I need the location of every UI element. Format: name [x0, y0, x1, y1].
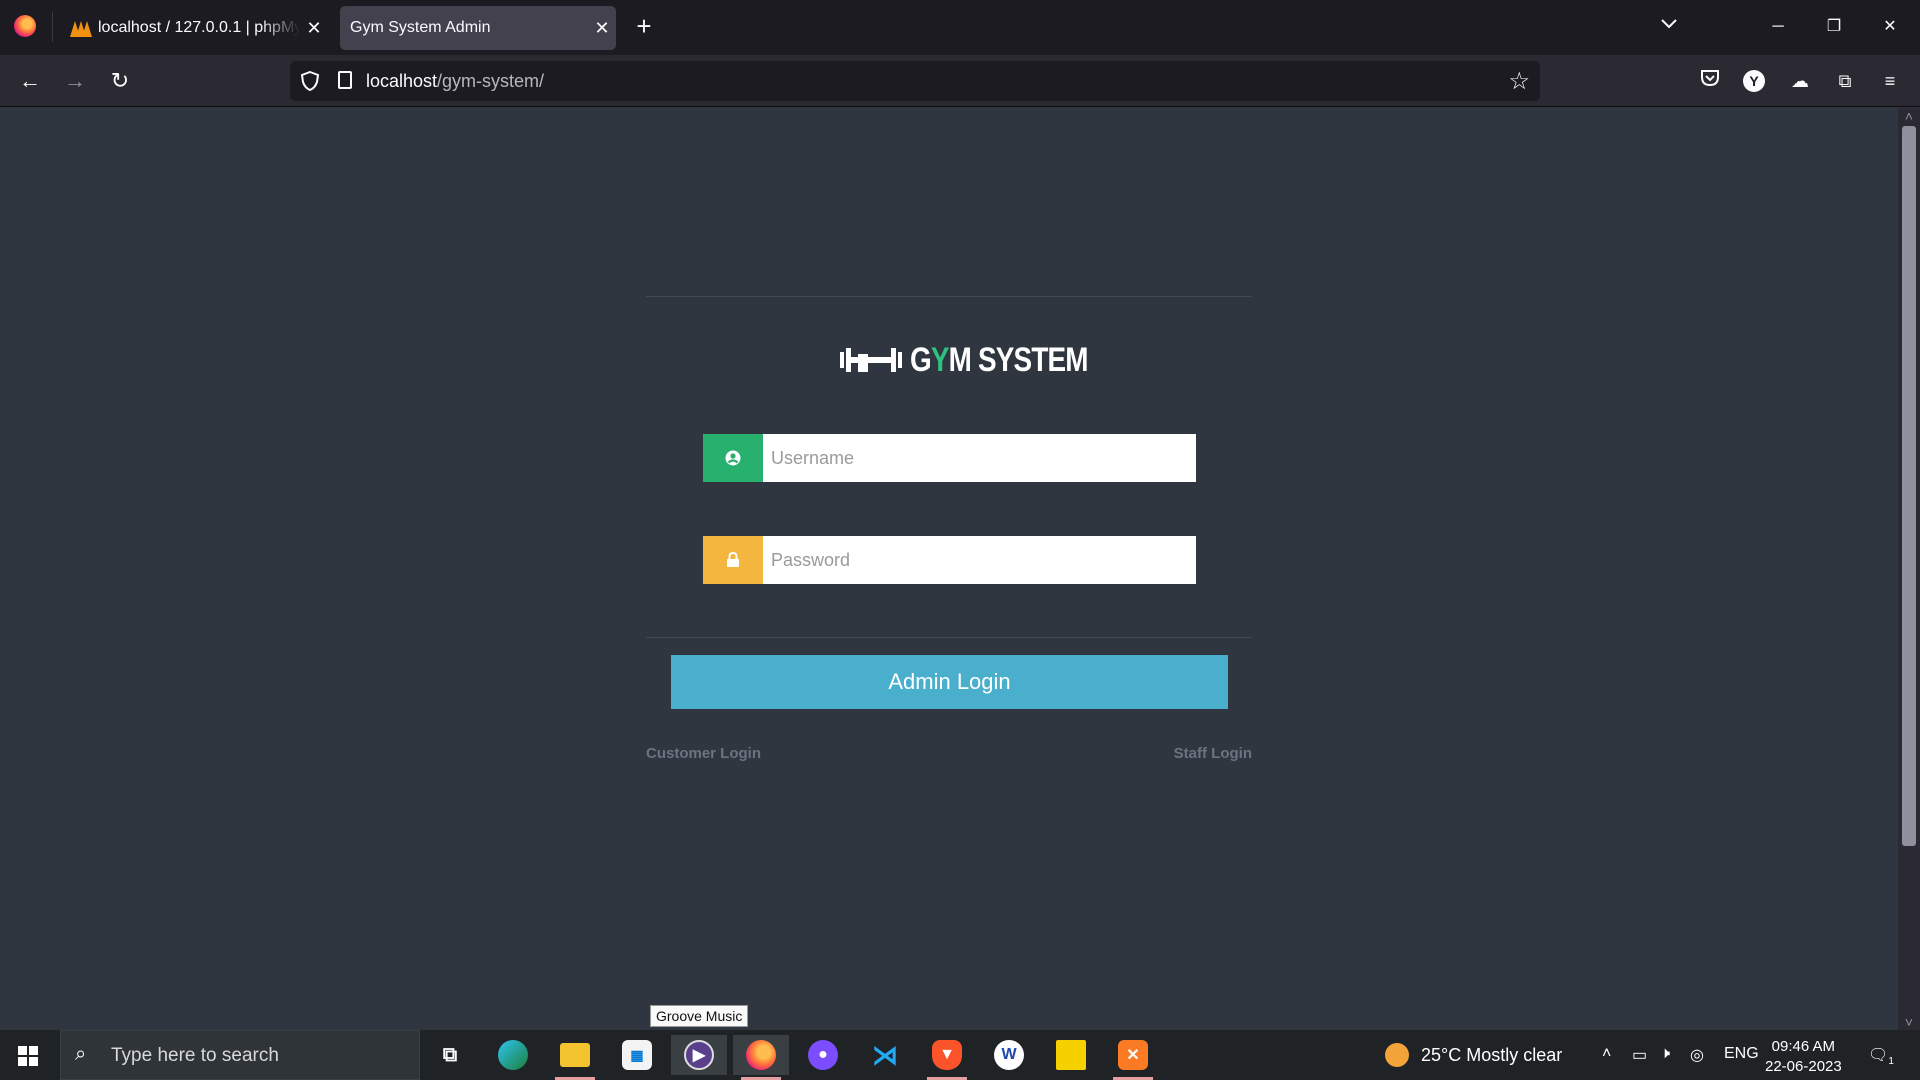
search-placeholder: Type here to search [111, 1045, 279, 1066]
bookmark-star-icon[interactable]: ☆ [1508, 67, 1530, 96]
windows-start-icon[interactable] [18, 1046, 38, 1066]
admin-login-button[interactable]: Admin Login [671, 655, 1228, 709]
sticky-notes-icon[interactable] [1043, 1035, 1099, 1075]
tab-title: Gym System Admin [350, 19, 491, 36]
customer-login-link[interactable]: Customer Login [646, 745, 761, 762]
notification-count: 1 [1888, 1056, 1894, 1068]
task-view-icon[interactable]: ⧉ [422, 1035, 478, 1075]
forward-icon[interactable]: → [60, 67, 90, 97]
username-group [703, 434, 1196, 482]
list-all-tabs-icon[interactable] [1660, 14, 1678, 35]
logo-text: GYM SYSTEM [910, 340, 1089, 379]
navigation-toolbar: ← → ↻ localhost/gym-system/ ☆ Y ☁ ⧉ ≡ [0, 55, 1920, 107]
username-input[interactable] [763, 434, 1196, 482]
firefox-icon[interactable] [14, 15, 36, 37]
firefox-taskbar-icon[interactable] [733, 1035, 789, 1080]
edge-icon[interactable] [485, 1035, 541, 1075]
vertical-scrollbar[interactable]: ˄ ˅ [1898, 108, 1920, 1030]
scroll-up-arrow-icon[interactable]: ˄ [1898, 108, 1920, 124]
staff-login-link[interactable]: Staff Login [1174, 745, 1252, 762]
new-tab-button[interactable]: + [630, 12, 658, 40]
tracking-protection-shield-icon[interactable] [300, 71, 320, 91]
network-globe-icon[interactable]: ◎ [1690, 1045, 1704, 1065]
bottom-divider [646, 637, 1252, 638]
volume-muted-icon[interactable]: 🕨 [1660, 1045, 1670, 1063]
weather-widget[interactable]: 25°C Mostly clear [1385, 1043, 1562, 1067]
clock-time: 09:46 AM [1771, 1038, 1836, 1055]
url-text[interactable]: localhost/gym-system/ [366, 71, 544, 92]
close-window-icon[interactable]: ✕ [1870, 12, 1910, 42]
tab-phpmyadmin[interactable]: localhost / 127.0.0.1 | phpMyAdmin ✕ [60, 6, 328, 50]
back-icon[interactable]: ← [15, 67, 45, 97]
microsoft-store-icon[interactable]: ▦ [609, 1035, 665, 1075]
browser-window: localhost / 127.0.0.1 | phpMyAdmin ✕ Gym… [0, 0, 1920, 1080]
restore-icon[interactable]: ❐ [1814, 12, 1854, 42]
close-tab-icon[interactable]: ✕ [588, 18, 616, 39]
notifications-icon[interactable]: 🗨1 [1868, 1045, 1894, 1067]
battery-icon[interactable]: ▭ [1632, 1045, 1647, 1065]
scroll-down-arrow-icon[interactable]: ˅ [1898, 1014, 1920, 1030]
scrollbar-thumb[interactable] [1902, 126, 1916, 846]
app-w-icon[interactable]: W [981, 1035, 1037, 1075]
lock-icon [703, 536, 763, 584]
extensions-puzzle-icon[interactable]: ⧉ [1831, 67, 1859, 95]
brave-icon[interactable]: ▼ [919, 1035, 975, 1080]
phpmyadmin-favicon-icon [70, 19, 92, 37]
file-explorer-icon[interactable] [547, 1035, 603, 1080]
language-indicator[interactable]: ENG [1724, 1045, 1759, 1063]
tab-title: localhost / 127.0.0.1 | phpMyAdmin [98, 19, 300, 36]
dumbbell-icon [840, 348, 902, 372]
taskbar-clock[interactable]: 09:46 AM 22-06-2023 [1765, 1037, 1842, 1077]
page-content: GYM SYSTEM Admin Login Customer Login St… [0, 108, 1898, 1030]
minimize-icon[interactable]: ─ [1758, 12, 1798, 42]
password-input[interactable] [763, 536, 1196, 584]
tab-separator [52, 12, 53, 42]
tab-gym-system-admin[interactable]: Gym System Admin ✕ [340, 6, 616, 50]
top-divider [646, 296, 1252, 297]
url-bar[interactable]: localhost/gym-system/ ☆ [290, 61, 1540, 101]
xampp-icon[interactable]: ✕ [1105, 1035, 1161, 1080]
weather-text: 25°C Mostly clear [1421, 1044, 1563, 1065]
pocket-icon[interactable] [1696, 67, 1724, 95]
account-avatar-icon[interactable]: Y [1743, 70, 1765, 92]
vscode-icon[interactable]: ⋊ [857, 1035, 913, 1075]
windows-taskbar: ⌕ Type here to search ⧉ ▦ ▶ ● ⋊ ▼ W ✕ 25… [0, 1030, 1920, 1080]
weather-moon-icon [1385, 1043, 1409, 1067]
extension-icon[interactable]: ☁ [1786, 67, 1814, 95]
taskbar-search-box[interactable]: ⌕ Type here to search [60, 1030, 420, 1080]
menu-hamburger-icon[interactable]: ≡ [1876, 67, 1904, 95]
github-desktop-icon[interactable]: ● [795, 1035, 851, 1075]
tray-chevron-icon[interactable]: ˄ [1602, 1045, 1611, 1063]
tab-strip: localhost / 127.0.0.1 | phpMyAdmin ✕ Gym… [0, 0, 1920, 55]
reload-icon[interactable]: ↻ [105, 67, 135, 97]
page-info-icon[interactable] [338, 71, 352, 89]
close-tab-icon[interactable]: ✕ [300, 18, 328, 39]
groove-music-icon[interactable]: ▶ [671, 1035, 727, 1075]
search-icon: ⌕ [75, 1043, 87, 1065]
clock-date: 22-06-2023 [1765, 1058, 1842, 1075]
taskbar-tooltip: Groove Music [650, 1005, 749, 1027]
password-group [703, 536, 1196, 584]
user-icon [703, 434, 763, 482]
gym-system-logo: GYM SYSTEM [838, 340, 1127, 380]
